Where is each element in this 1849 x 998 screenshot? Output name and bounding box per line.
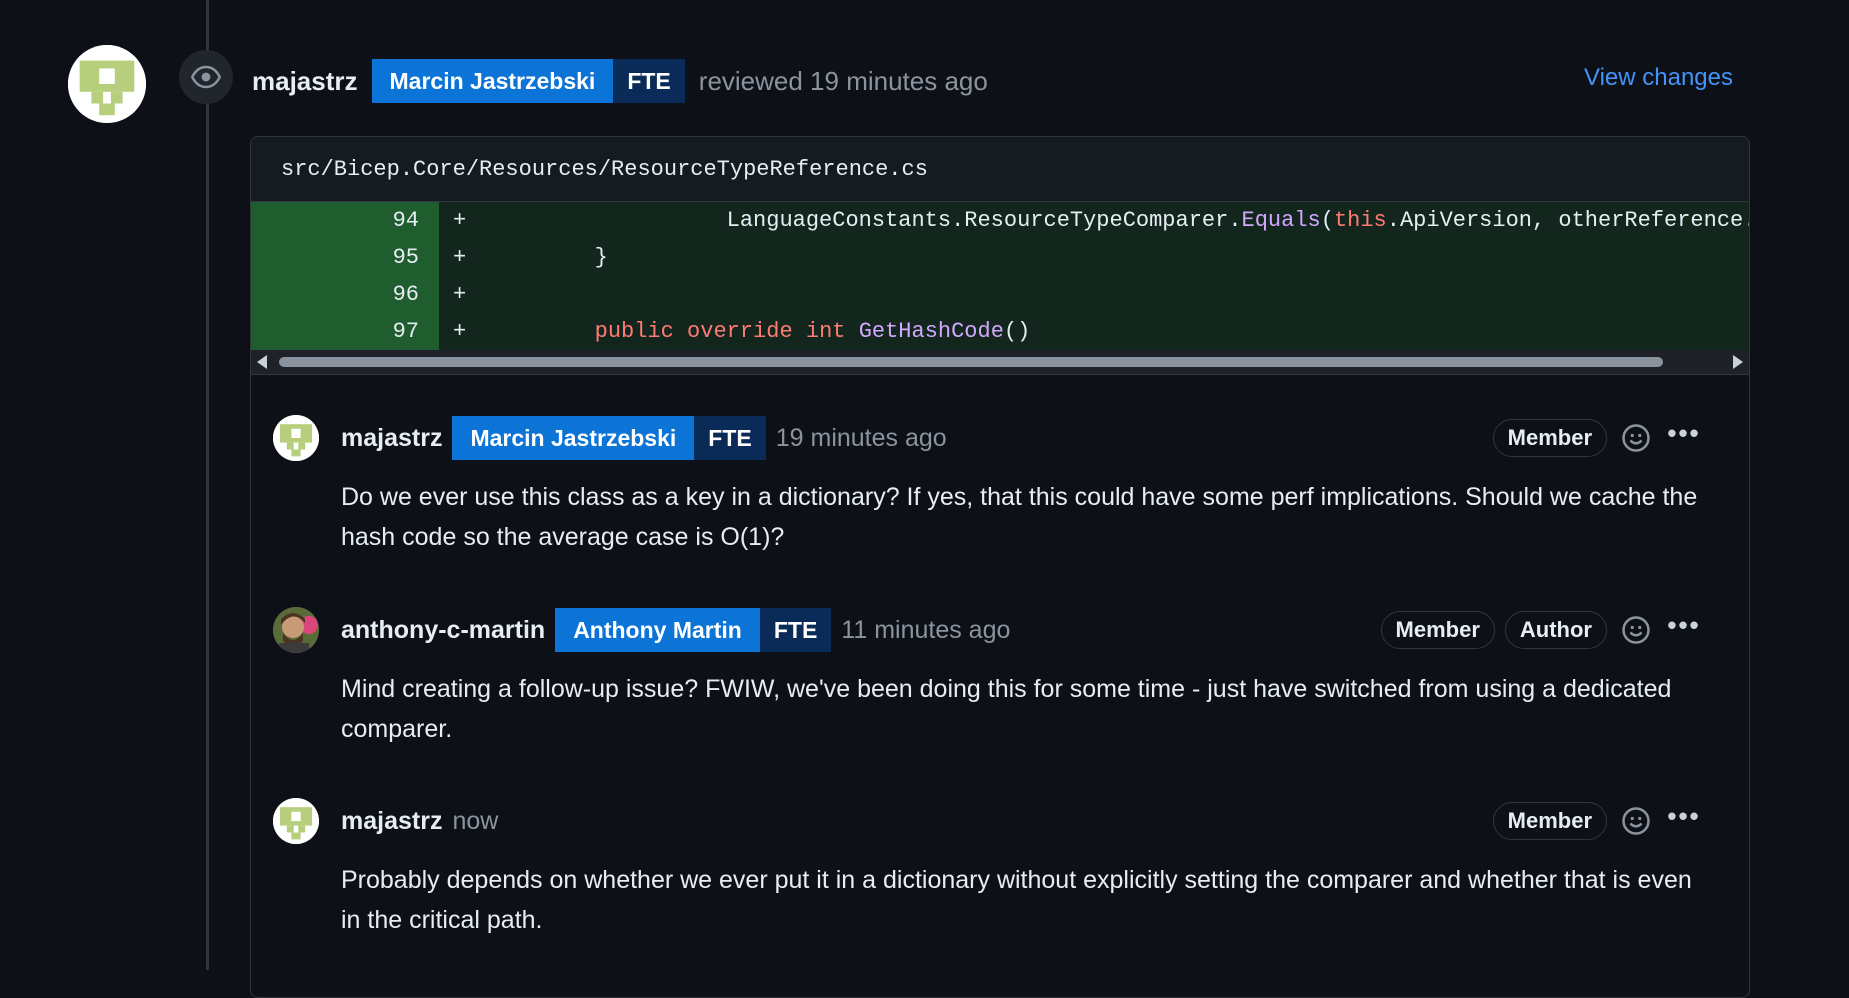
diff-line: 96 +	[251, 276, 1749, 313]
diff-sign: +	[453, 319, 467, 344]
comment-actions: Member Author •••	[1380, 606, 1703, 654]
smiley-icon	[1622, 807, 1650, 835]
code-token: int	[805, 319, 846, 344]
member-badge: Member	[1380, 611, 1495, 649]
kebab-horizontal-icon[interactable]: •••	[1665, 606, 1703, 654]
code-line: LanguageConstants.ResourceTypeComparer.E…	[489, 208, 1749, 233]
diff-snippet: 94 + LanguageConstants.ResourceTypeCompa…	[251, 202, 1749, 350]
diff-line: 94 + LanguageConstants.ResourceTypeCompa…	[251, 202, 1749, 239]
diff-sign: +	[453, 245, 467, 270]
code-token: LanguageConstants.ResourceTypeComparer.	[726, 208, 1242, 233]
identicon	[68, 45, 146, 123]
add-reaction-button[interactable]	[1617, 802, 1655, 840]
member-badge: Member	[1492, 802, 1607, 840]
review-thread: src/Bicep.Core/Resources/ResourceTypeRef…	[250, 136, 1750, 998]
author-badge: Author	[1504, 611, 1607, 649]
code-token: (	[1320, 208, 1334, 233]
horizontal-scrollbar[interactable]	[251, 350, 1749, 375]
review-realname-badge[interactable]: Marcin Jastrzebski FTE	[371, 59, 685, 103]
comment-actions: Member •••	[1492, 797, 1703, 845]
comment-avatar[interactable]	[273, 415, 319, 461]
comment-username[interactable]: majastrz	[341, 807, 442, 836]
eye-icon	[191, 65, 221, 89]
diff-sign: +	[453, 282, 467, 307]
diff-sign: +	[453, 208, 467, 233]
file-path[interactable]: src/Bicep.Core/Resources/ResourceTypeRef…	[251, 137, 1749, 202]
line-number[interactable]: 97	[251, 313, 439, 350]
smiley-icon	[1622, 616, 1650, 644]
code-line: }	[489, 245, 608, 270]
add-reaction-button[interactable]	[1617, 419, 1655, 457]
review-action-text: reviewed 19 minutes ago	[698, 65, 988, 96]
comment-avatar[interactable]	[273, 607, 319, 653]
comment-org-badge: FTE	[759, 608, 832, 652]
comment-org-badge: FTE	[694, 416, 766, 460]
review-realname: Marcin Jastrzebski	[371, 59, 614, 103]
comment-username[interactable]: anthony-c-martin	[341, 616, 545, 645]
review-header: majastrz Marcin Jastrzebski FTE reviewed…	[252, 58, 988, 104]
member-badge: Member	[1492, 419, 1607, 457]
comment-header: anthony-c-martin Anthony Martin FTE 11 m…	[341, 607, 1010, 653]
comment-username[interactable]: majastrz	[341, 424, 442, 453]
comment-body: Probably depends on whether we ever put …	[341, 866, 1692, 934]
comment-actions: Member •••	[1492, 414, 1703, 462]
add-reaction-button[interactable]	[1617, 611, 1655, 649]
comment-avatar[interactable]	[273, 798, 319, 844]
code-token: Equals	[1241, 208, 1321, 233]
smiley-icon	[1622, 424, 1650, 452]
kebab-horizontal-icon[interactable]: •••	[1665, 414, 1703, 462]
comment-header: majastrz now	[341, 798, 498, 844]
line-number[interactable]: 95	[251, 239, 439, 276]
code-token: .ApiVersion, otherReference.ApiVersio	[1386, 208, 1749, 233]
comment-body: Do we ever use this class as a key in a …	[341, 483, 1698, 551]
comment-time[interactable]: 19 minutes ago	[776, 424, 947, 453]
user-photo	[273, 607, 319, 653]
scroll-left-icon[interactable]	[257, 355, 267, 369]
scroll-right-icon[interactable]	[1733, 355, 1743, 369]
reviewer-avatar[interactable]	[68, 45, 146, 123]
view-changes-link[interactable]: View changes	[1584, 64, 1733, 92]
comment-realname-badge[interactable]: Anthony Martin FTE	[555, 608, 832, 652]
timeline-line	[206, 0, 209, 970]
kebab-horizontal-icon[interactable]: •••	[1665, 797, 1703, 845]
code-token: GetHashCode	[858, 319, 1004, 344]
line-number[interactable]: 96	[251, 276, 439, 313]
comment-body: Mind creating a follow-up issue? FWIW, w…	[341, 675, 1672, 743]
comment-time[interactable]: now	[452, 807, 498, 836]
code-token: override	[687, 319, 793, 344]
identicon	[273, 798, 319, 844]
code-token: ()	[1003, 319, 1031, 344]
diff-line: 97 + public override int GetHashCode()	[251, 313, 1749, 350]
diff-line: 95 + }	[251, 239, 1749, 276]
code-token: this	[1333, 208, 1387, 233]
line-number[interactable]: 94	[251, 202, 439, 239]
comment-header: majastrz Marcin Jastrzebski FTE 19 minut…	[341, 415, 947, 461]
comment-time[interactable]: 11 minutes ago	[841, 616, 1010, 645]
comment-realname: Marcin Jastrzebski	[452, 416, 695, 460]
review-org-badge: FTE	[613, 59, 685, 103]
comment-realname-badge[interactable]: Marcin Jastrzebski FTE	[452, 416, 766, 460]
scrollbar-thumb[interactable]	[279, 357, 1663, 367]
review-eye-badge	[179, 50, 233, 104]
review-username[interactable]: majastrz	[252, 66, 358, 97]
comment-realname: Anthony Martin	[555, 608, 760, 652]
code-token: }	[594, 245, 608, 270]
code-line: public override int GetHashCode()	[489, 319, 1031, 344]
identicon	[273, 415, 319, 461]
code-token: public	[594, 319, 674, 344]
